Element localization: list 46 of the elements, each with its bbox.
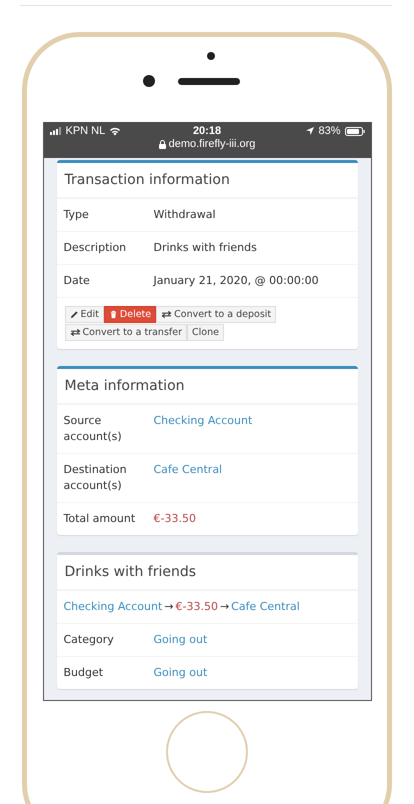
home-button[interactable] [166,711,248,793]
trash-icon [108,310,118,319]
field-label: Total amount [64,511,136,527]
account-link[interactable]: Going out [154,665,208,681]
arrow-text: → [220,599,230,615]
action-button[interactable]: Edit [64,306,104,323]
action-button[interactable]: Convert to a deposit [156,306,276,323]
speaker-slot [178,78,240,85]
lock-icon [158,140,166,148]
arrow-text: → [164,599,174,615]
account-link[interactable]: Going out [154,632,208,648]
exchange-icon [70,328,80,337]
battery-icon [344,126,365,136]
amount-text: €-33.50 [154,511,196,527]
card-title: Drinks with friends [56,555,358,590]
field-label: Budget [64,665,104,681]
value-text: January 21, 2020, @ 00:00:00 [154,273,319,289]
field-label: Date [64,273,91,289]
account-link[interactable]: Checking Account [64,599,162,615]
field-label: Category [64,632,115,648]
field-label: Source account(s) [64,413,123,445]
field-label: Destination account(s) [64,462,128,494]
signal-icon [50,127,62,135]
delete-button[interactable]: Delete [104,306,156,323]
value-text: Withdrawal [154,207,216,223]
location-icon [306,127,314,135]
carrier-text: KPN NL [66,125,106,137]
pencil-icon [70,310,78,319]
sensor-dot [143,75,155,87]
exchange-icon [161,310,172,319]
wifi-icon [109,126,122,136]
field-label: Description [64,240,128,256]
battery-text: 83% [318,125,341,137]
amount-text: €-33.50 [175,599,218,615]
action-button[interactable]: Convert to a transfer [64,324,187,341]
url-text[interactable]: demo.firefly-iii.org [168,138,256,150]
account-link[interactable]: Checking Account [154,413,252,445]
card-title: Transaction information [56,163,358,198]
camera-dot [207,52,215,60]
value-text: Drinks with friends [154,240,257,256]
account-link[interactable]: Cafe Central [154,462,222,494]
account-link[interactable]: Cafe Central [231,599,300,615]
action-button[interactable]: Clone [187,324,224,341]
field-label: Type [64,207,90,223]
card-title: Meta information [56,369,358,404]
clock-text: 20:18 [192,125,222,137]
